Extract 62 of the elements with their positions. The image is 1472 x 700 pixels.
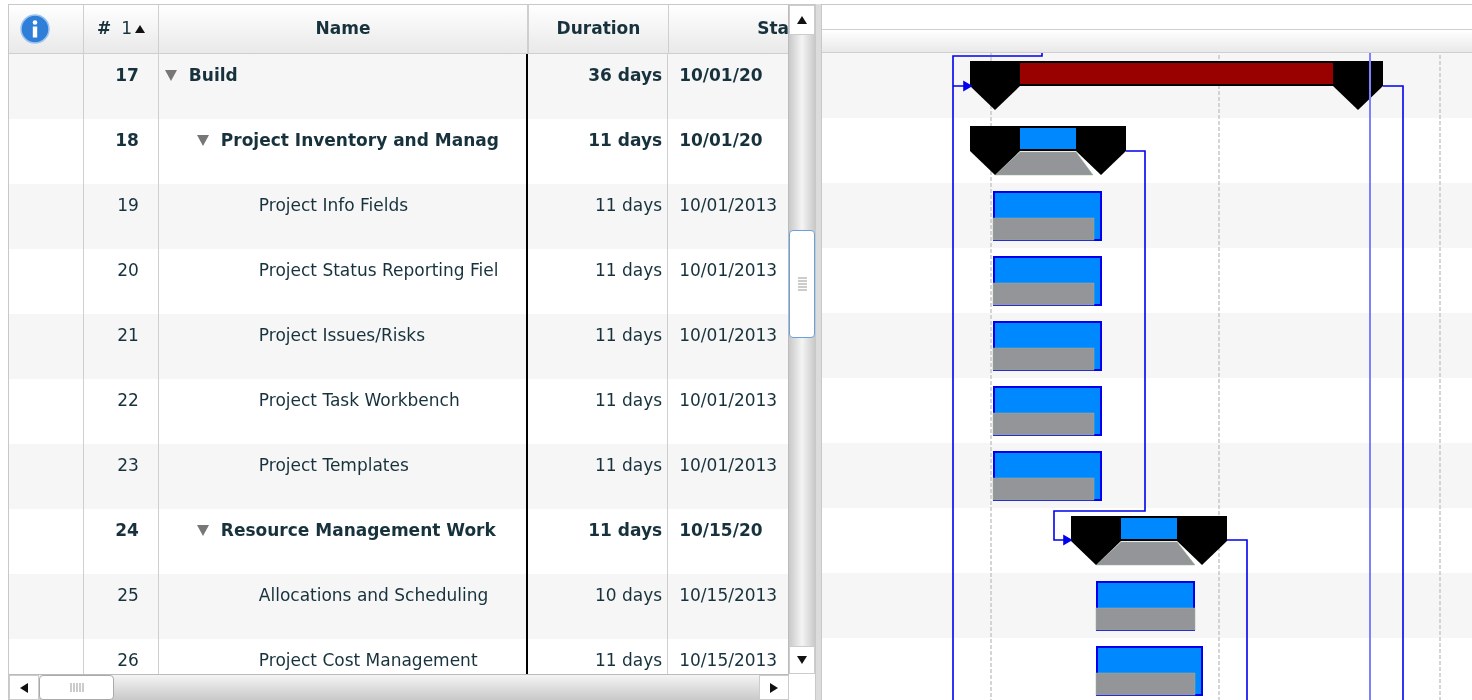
scroll-down-button[interactable] (789, 646, 815, 674)
arrow-left-icon (20, 682, 28, 693)
scroll-left-button[interactable] (9, 675, 39, 700)
scroll-right-button[interactable] (759, 675, 789, 700)
task-name: Project Status Reporting Fiel (258, 259, 499, 282)
task-name: Resource Management Work (220, 519, 496, 542)
grip-icon (797, 277, 807, 291)
task-duration: 11 days (595, 324, 663, 347)
task-name: Project Task Workbench (258, 389, 460, 412)
sort-arrow-icon[interactable] (135, 25, 146, 33)
task-start: 10/01/2013 (679, 389, 778, 412)
arrow-right-icon (770, 682, 778, 693)
collapse-icon[interactable] (163, 68, 178, 82)
task-id: 24 (115, 519, 139, 542)
task-id: 25 (117, 584, 139, 607)
task-name: Allocations and Scheduling (258, 584, 489, 607)
task-id: 17 (115, 64, 139, 87)
task-id: 22 (117, 389, 139, 412)
task-duration: 11 days (588, 129, 663, 152)
task-id: 26 (117, 649, 139, 672)
task-duration: 11 days (595, 194, 663, 217)
sort-index: 1 (121, 17, 133, 41)
task-duration: 10 days (595, 584, 663, 607)
task-name: Build (188, 64, 238, 87)
task-duration: 11 days (595, 259, 663, 282)
info-icon[interactable] (20, 14, 50, 44)
task-start: 10/01/20 (679, 64, 763, 87)
task-start: 10/01/2013 (679, 259, 778, 282)
scroll-thumb[interactable] (39, 675, 114, 700)
task-duration: 36 days (588, 64, 663, 87)
scroll-thumb[interactable] (789, 230, 815, 338)
task-start: 10/15/2013 (679, 649, 778, 672)
task-duration: 11 days (588, 519, 663, 542)
task-start: 10/01/2013 (679, 194, 778, 217)
task-name: Project Inventory and Manag (220, 129, 499, 152)
task-duration: 11 days (595, 649, 663, 672)
task-name: Project Info Fields (258, 194, 409, 217)
task-id: 19 (117, 194, 139, 217)
column-header[interactable]: # (96, 16, 112, 42)
task-start: 10/01/2013 (679, 324, 778, 347)
collapse-icon[interactable] (195, 133, 210, 147)
task-name: Project Templates (258, 454, 409, 477)
task-duration: 11 days (595, 454, 663, 477)
task-name: Project Issues/Risks (258, 324, 426, 347)
task-id: 23 (117, 454, 139, 477)
column-header[interactable]: Sta (757, 16, 789, 42)
arrow-down-icon (797, 656, 807, 664)
task-id: 18 (115, 129, 139, 152)
task-id: 21 (117, 324, 139, 347)
task-start: 10/15/2013 (679, 584, 778, 607)
collapse-icon[interactable] (195, 523, 210, 537)
task-name: Project Cost Management (258, 649, 478, 672)
task-start: 10/15/20 (679, 519, 763, 542)
task-id: 20 (117, 259, 139, 282)
column-header[interactable]: Name (315, 16, 371, 42)
scroll-up-button[interactable] (789, 5, 815, 35)
task-duration: 11 days (595, 389, 663, 412)
arrow-up-icon (797, 16, 807, 24)
column-header[interactable]: Duration (556, 16, 641, 42)
task-start: 10/01/2013 (679, 454, 778, 477)
grip-icon (69, 683, 84, 692)
task-start: 10/01/20 (679, 129, 763, 152)
